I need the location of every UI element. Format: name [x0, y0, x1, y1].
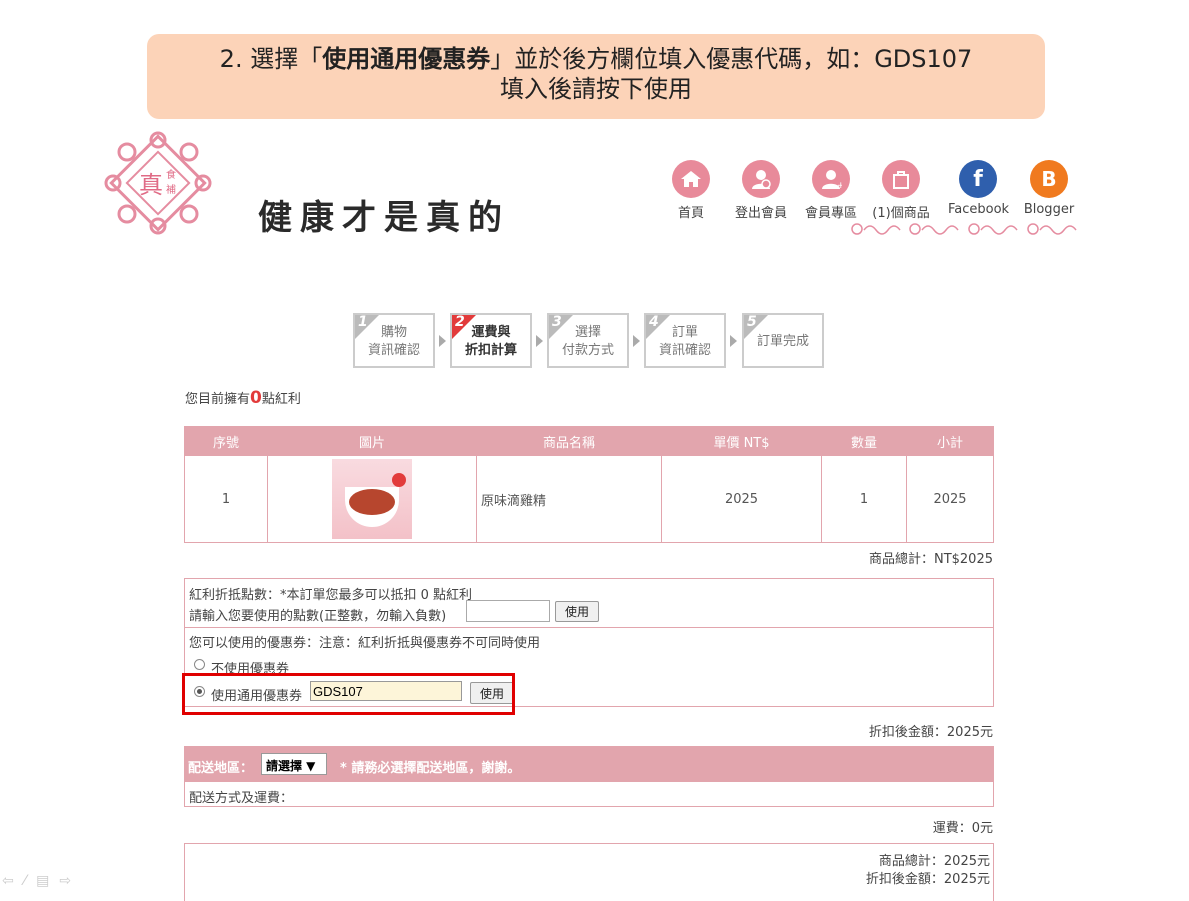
- nav-cart[interactable]: (1)個商品: [871, 160, 931, 221]
- subtotal: 2025: [906, 455, 994, 543]
- points-text: 您目前擁有: [185, 392, 251, 407]
- facebook-icon: f: [959, 160, 997, 198]
- nav-label: 會員專區: [804, 206, 857, 221]
- product-image-cell: [267, 455, 477, 543]
- order-summary: 商品總計：2025元 折扣後金額：2025元: [184, 843, 994, 901]
- nav-facebook[interactable]: f Facebook: [948, 160, 1010, 217]
- column-header: 序號: [184, 426, 268, 456]
- next-arrow-icon[interactable]: ⇨: [59, 873, 81, 889]
- bonus-input-label: 請輸入您要使用的點數(正整數，勿輸入負數): [189, 609, 447, 624]
- nav-home[interactable]: 首頁: [661, 160, 721, 221]
- product-image[interactable]: [332, 459, 412, 539]
- nav-label: 首頁: [677, 206, 704, 221]
- product-total: 商品總計：NT$2025: [868, 552, 993, 567]
- cart-bag-icon: [882, 160, 920, 198]
- points-text: 點紅利: [261, 392, 301, 407]
- delivery-region-note: * 請務必選擇配送地區，謝謝。: [340, 761, 521, 776]
- brand-slogan: 健康才是真的: [258, 198, 510, 238]
- slide-controls: ⇦⁄▤⇨: [2, 873, 81, 889]
- step-label: 運費與: [471, 325, 511, 340]
- shipping-method-label: 配送方式及運費：: [189, 791, 294, 806]
- bonus-apply-button[interactable]: 使用: [555, 601, 599, 622]
- instruction-bold-text: 使用通用優惠券: [322, 45, 491, 73]
- quantity: 1: [821, 455, 907, 543]
- previous-arrow-icon[interactable]: ⇦: [2, 873, 24, 889]
- svg-text:+: +: [837, 181, 842, 190]
- decorative-swirl-icon: [850, 222, 1080, 240]
- column-header: 單價 NT$: [661, 426, 822, 456]
- delivery-region-bar: 配送地區： 請選擇 ▼ * 請務必選擇配送地區，謝謝。: [184, 746, 994, 782]
- nav-blogger[interactable]: B Blogger: [1019, 160, 1079, 217]
- delivery-region-label: 配送地區：: [188, 761, 254, 776]
- bonus-redeem-section: 紅利折抵點數：*本訂單您最多可以抵扣 0 點紅利 請輸入您要使用的點數(正整數，…: [184, 578, 994, 628]
- menu-icon[interactable]: ▤: [36, 873, 59, 889]
- points-value: 0: [250, 388, 262, 408]
- step-label: 選擇: [574, 325, 601, 340]
- logout-user-icon: [742, 160, 780, 198]
- instruction-banner: 2. 選擇「使用通用優惠券」並於後方欄位填入優惠代碼，如：GDS107 填入後請…: [147, 34, 1045, 119]
- instruction-line-2: 填入後請按下使用: [500, 75, 692, 103]
- step-arrow-icon: [439, 335, 446, 347]
- instruction-line-1: 2. 選擇「使用通用優惠券」並於後方欄位填入優惠代碼，如：GDS107: [147, 44, 1045, 74]
- summary-discount-total: 折扣後金額：2025元: [865, 872, 990, 887]
- instruction-text: 2. 選擇「: [219, 45, 323, 73]
- nav-label: (1)個商品: [872, 206, 930, 221]
- instruction-text: 」並於後方欄位填入優惠代碼，如：GDS107: [490, 45, 973, 73]
- step-label: 資訊確認: [658, 343, 711, 358]
- step-number: 5: [747, 314, 757, 330]
- column-header: 圖片: [267, 426, 477, 456]
- summary-product-total: 商品總計：2025元: [878, 854, 990, 869]
- bonus-points-summary: 您目前擁有0點紅利: [185, 388, 301, 408]
- bonus-points-input[interactable]: [466, 600, 550, 622]
- column-header: 小計: [906, 426, 994, 456]
- svg-text:食: 食: [166, 168, 176, 181]
- unit-price: 2025: [661, 455, 822, 543]
- step-label: 訂單完成: [756, 334, 809, 349]
- svg-text:真: 真: [139, 171, 163, 199]
- bonus-info-text: 紅利折抵點數：*本訂單您最多可以抵扣 0 點紅利: [189, 588, 473, 603]
- step-label: 折扣計算: [464, 343, 517, 358]
- step-5: 5 訂單完成: [742, 313, 824, 368]
- delivery-region-select[interactable]: 請選擇 ▼: [261, 753, 327, 775]
- pen-icon[interactable]: ⁄: [24, 873, 36, 889]
- coupon-none-radio[interactable]: [194, 659, 205, 670]
- table-row: 1 原味滴雞精 2025 1 2025: [184, 455, 994, 543]
- discount-total: 折扣後金額：2025元: [868, 725, 993, 740]
- highlight-box: [182, 673, 515, 715]
- coupon-note: 您可以使用的優惠券：注意：紅利折抵與優惠券不可同時使用: [189, 636, 541, 651]
- column-header: 商品名稱: [476, 426, 662, 456]
- row-number: 1: [184, 455, 268, 543]
- step-label: 訂單: [671, 325, 698, 340]
- blogger-icon: B: [1030, 160, 1068, 198]
- nav-label: 登出會員: [734, 206, 787, 221]
- home-icon: [672, 160, 710, 198]
- svg-text:補: 補: [166, 183, 176, 196]
- brand-logo[interactable]: 真 食 補: [103, 130, 213, 235]
- step-4: 4 訂單 資訊確認: [644, 313, 726, 368]
- step-arrow-icon: [633, 335, 640, 347]
- seal-logo-icon: 真 食 補: [104, 131, 212, 235]
- nav-logout[interactable]: 登出會員: [731, 160, 791, 221]
- step-label: 購物: [380, 325, 407, 340]
- column-header: 數量: [821, 426, 907, 456]
- cart-table: 序號 圖片 商品名稱 單價 NT$ 數量 小計 1 原味滴雞精 2025 1 2…: [184, 426, 994, 543]
- nav-member[interactable]: + 會員專區: [801, 160, 861, 221]
- product-name[interactable]: 原味滴雞精: [476, 455, 662, 543]
- nav-label: Blogger: [1023, 202, 1075, 217]
- step-label: 資訊確認: [367, 343, 420, 358]
- member-user-icon: +: [812, 160, 850, 198]
- step-2-active: 2 運費與 折扣計算: [450, 313, 532, 368]
- step-label: 付款方式: [561, 343, 614, 358]
- step-arrow-icon: [730, 335, 737, 347]
- shipping-fee: 運費：0元: [932, 821, 993, 836]
- step-1: 1 購物 資訊確認: [353, 313, 435, 368]
- step-arrow-icon: [536, 335, 543, 347]
- nav-label: Facebook: [948, 202, 1010, 217]
- step-3: 3 選擇 付款方式: [547, 313, 629, 368]
- shipping-method-row: 配送方式及運費：: [184, 782, 994, 807]
